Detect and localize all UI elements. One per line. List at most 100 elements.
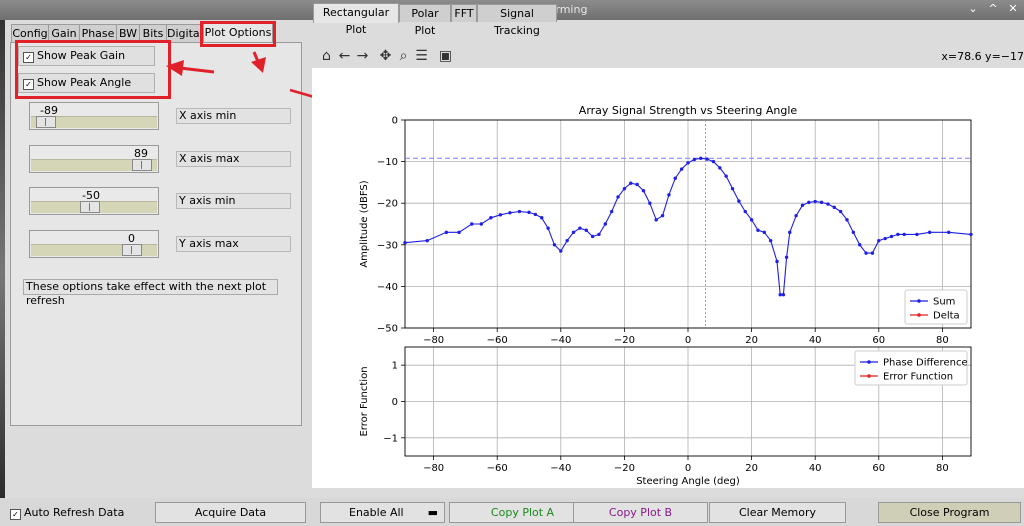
enable-all-label: Enable All [349, 506, 404, 519]
data-point [947, 230, 951, 235]
x-tick-label: 0 [685, 335, 691, 346]
x-tick-label: −80 [423, 335, 444, 346]
data-point [762, 230, 767, 235]
data-point [527, 210, 531, 215]
bottom-bar: ✓ Auto Refresh Data Acquire Data Enable A… [0, 498, 1024, 526]
data-point [609, 209, 614, 214]
data-point [552, 243, 557, 247]
data-point [711, 159, 716, 164]
data-point [788, 230, 792, 235]
data-point [508, 211, 512, 215]
enable-all-dropdown[interactable]: Enable All ▬ [320, 502, 445, 523]
data-point [629, 181, 633, 185]
data-point [660, 213, 665, 218]
data-point [686, 161, 690, 165]
data-point [800, 203, 805, 207]
data-point [826, 202, 830, 206]
clear-memory-button[interactable]: Clear Memory [709, 502, 846, 523]
data-point [641, 189, 646, 193]
data-point [915, 232, 919, 237]
y-tick-label: −30 [377, 240, 398, 251]
x-tick-label: −40 [550, 335, 571, 346]
chart-title: Array Signal Strength vs Steering Angle [579, 104, 798, 117]
y-tick-label: 0 [392, 397, 398, 408]
data-point [403, 241, 407, 245]
data-point [896, 232, 900, 237]
data-point [565, 238, 569, 243]
data-point [546, 226, 550, 230]
auto-refresh-checkbox[interactable]: ✓ Auto Refresh Data [10, 506, 124, 520]
x-tick-label: −40 [550, 463, 571, 474]
data-point [654, 218, 658, 222]
configure-icon[interactable]: ☰ [413, 48, 430, 65]
plot-canvas[interactable]: −80 −60 −40 −20 0 20 40 60 80 0 −10 −20 −30 −40 −50 Arr… [312, 68, 1024, 488]
forward-icon[interactable]: → [354, 48, 371, 65]
annotation-arrow [166, 60, 215, 76]
save-icon[interactable]: ▣ [437, 48, 454, 65]
x-tick-label: 40 [809, 463, 822, 474]
acquire-data-button[interactable]: Acquire Data [155, 502, 306, 523]
x-tick-label: 20 [745, 463, 758, 474]
legend-label: Sum [933, 297, 955, 308]
x-tick-label: −60 [487, 463, 508, 474]
data-point [858, 243, 862, 247]
copy-plot-b-button[interactable]: Copy Plot B [573, 502, 708, 523]
data-point [927, 230, 932, 235]
data-point [832, 205, 836, 210]
legend-label: Delta [933, 311, 960, 322]
data-point [616, 195, 620, 199]
data-point [851, 230, 856, 235]
data-point [699, 156, 703, 160]
data-point [775, 259, 779, 264]
data-point [718, 166, 722, 170]
data-point [756, 228, 760, 232]
legend-marker [917, 299, 921, 303]
back-icon[interactable]: ← [336, 48, 353, 65]
data-point [457, 230, 461, 235]
data-point [559, 249, 563, 253]
dropdown-icon: ▬ [427, 506, 438, 519]
data-point [533, 212, 538, 217]
home-icon[interactable]: ⌂ [318, 48, 335, 65]
x-tick-label: 40 [809, 335, 822, 346]
data-point [425, 238, 429, 243]
data-point [902, 232, 906, 237]
data-point [794, 213, 798, 218]
data-point [692, 157, 697, 162]
data-point [603, 222, 608, 226]
x-tick-label: 80 [936, 335, 949, 346]
data-point [679, 167, 684, 171]
y-tick-label: −20 [377, 199, 398, 210]
tab-polar-plot[interactable]: Polar Plot [399, 4, 451, 37]
x-tick-label: −80 [423, 463, 444, 474]
data-point [705, 157, 709, 161]
data-point [470, 222, 474, 226]
x-tick-label: −20 [614, 463, 635, 474]
y-tick-label: −40 [377, 282, 398, 293]
y-tick-label: −50 [377, 324, 398, 335]
tab-rectangular-plot[interactable]: Rectangular Plot [313, 3, 399, 36]
data-point [743, 209, 747, 214]
x-tick-label: 60 [872, 335, 885, 346]
data-point [635, 182, 639, 187]
tab-fft[interactable]: FFT [451, 4, 477, 22]
legend-marker [867, 374, 871, 378]
data-point [877, 238, 881, 243]
y-axis-label: Amplitude (dBFS) [359, 180, 370, 267]
data-point [889, 234, 894, 239]
data-point [590, 234, 595, 239]
data-point [622, 186, 627, 191]
data-point [444, 230, 449, 235]
x-tick-label: 20 [745, 335, 758, 346]
x-tick-label: 0 [685, 463, 691, 474]
y-tick-label: 1 [392, 361, 398, 372]
y-tick-label: −10 [377, 157, 398, 168]
data-point [969, 232, 973, 237]
data-point [489, 216, 493, 220]
tab-signal-tracking[interactable]: Signal Tracking [477, 4, 557, 37]
pan-icon[interactable]: ✥ [377, 48, 394, 65]
x-axis-label: Steering Angle (deg) [636, 476, 740, 487]
annotation-arrow [251, 51, 266, 73]
zoom-icon[interactable]: ⌕ [395, 48, 412, 65]
close-program-button[interactable]: Close Program [878, 502, 1021, 523]
